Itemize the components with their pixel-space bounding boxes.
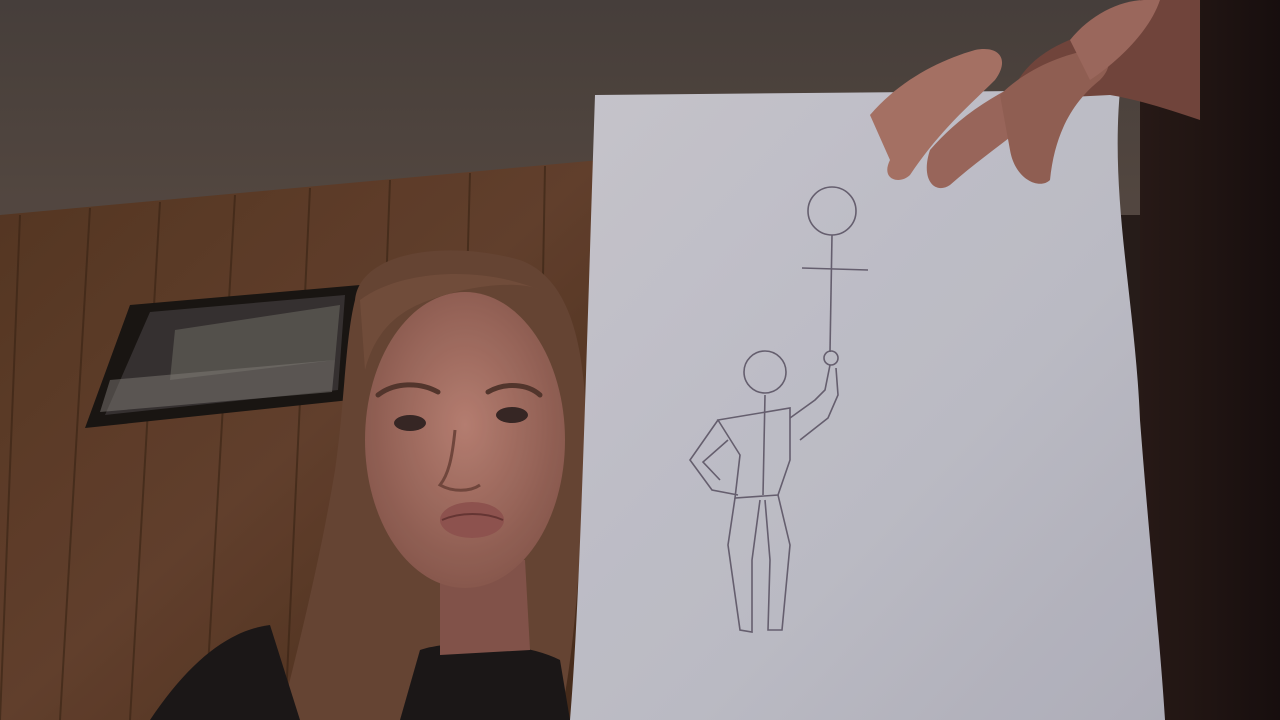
webcam-photo <box>0 0 1280 720</box>
photo-canvas <box>0 0 1280 720</box>
vignette <box>0 0 1280 720</box>
